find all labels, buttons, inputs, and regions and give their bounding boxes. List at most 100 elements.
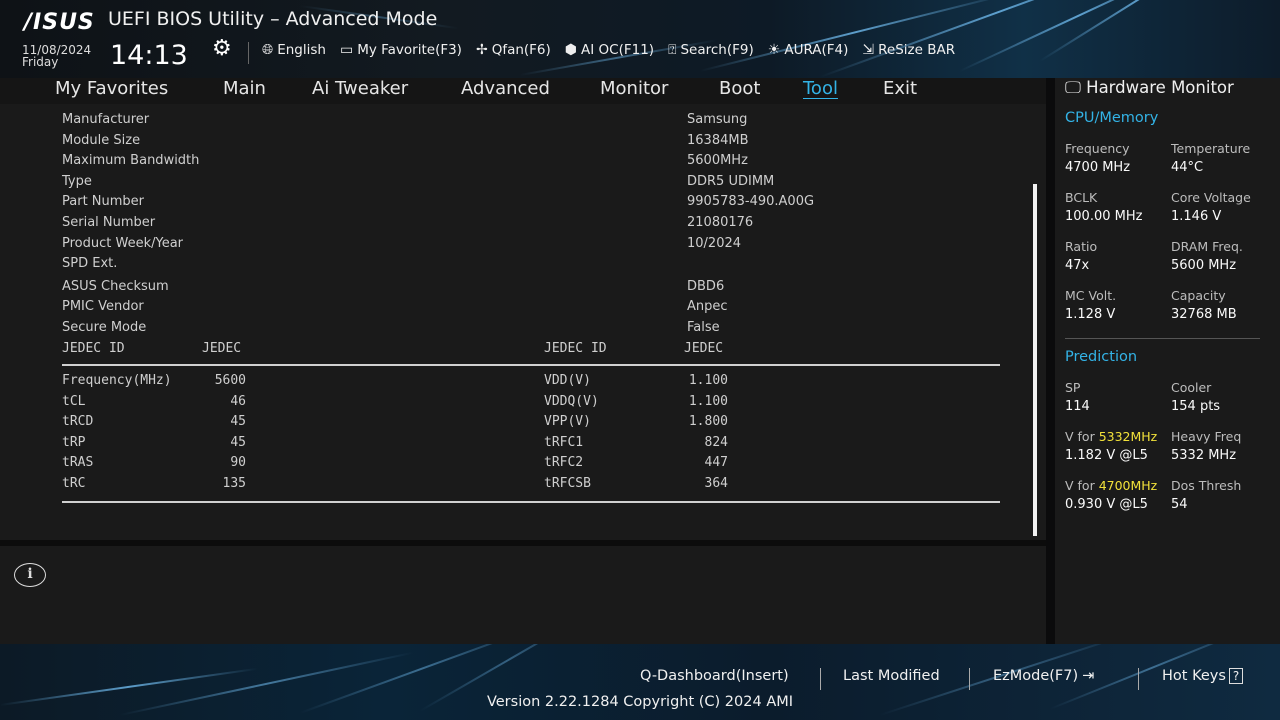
gear-icon[interactable]: ⚙ [212, 36, 232, 61]
tab-main[interactable]: Main [223, 78, 266, 99]
my-favorite-button[interactable]: ▭ My Favorite(F3) [340, 42, 462, 58]
table-row: tCL 46 VDDQ(V) 1.100 [62, 393, 728, 409]
table-row: tRP 45 tRFC1 824 [62, 434, 728, 450]
table-row: Frequency(MHz) 5600 VDD(V) 1.100 [62, 373, 728, 388]
hardware-monitor-title: 🖵︎ Hardware Monitor [1065, 78, 1234, 97]
footer-divider [1138, 668, 1139, 690]
info-icon: i [14, 563, 46, 587]
table-row: tRAS 90 tRFC2 447 [62, 455, 728, 471]
table-divider [62, 501, 1000, 503]
help-panel: i [0, 546, 1046, 644]
app-title: UEFI BIOS Utility – Advanced Mode [108, 8, 438, 30]
help-key-icon: ? [1228, 668, 1244, 684]
prediction-heading: Prediction [1065, 349, 1138, 365]
footer-divider [820, 668, 821, 690]
capacity-label: Capacity [1171, 288, 1226, 303]
hardware-monitor-panel: 🖵︎ Hardware Monitor CPU/Memory Frequency… [1055, 78, 1280, 644]
tab-exit[interactable]: Exit [883, 78, 917, 99]
cooler-label: Cooler [1171, 380, 1212, 395]
dram-freq-label: DRAM Freq. [1171, 239, 1243, 254]
list-item: SPD Ext. [62, 256, 118, 272]
list-item: Part Number 9905783-490.A00G [62, 194, 815, 210]
v-for-heavy-value: 1.182 V @L5 [1065, 448, 1148, 463]
list-item: Maximum Bandwidth 5600MHz [62, 153, 748, 169]
footer-divider [969, 668, 970, 690]
cooler-value: 154 pts [1171, 399, 1221, 414]
cpu-memory-heading: CPU/Memory [1065, 110, 1159, 126]
dos-thresh-value: 54 [1171, 497, 1188, 512]
capacity-value: 32768 MB [1171, 307, 1237, 322]
core-voltage-label: Core Voltage [1171, 190, 1251, 205]
v-for-dos-label: V for 4700MHz [1065, 478, 1158, 493]
bclk-value: 100.00 MHz [1065, 209, 1143, 224]
resize-bar-button[interactable]: ⇲ ReSize BAR [862, 42, 955, 58]
heavy-freq-label: Heavy Freq [1171, 429, 1242, 444]
dram-freq-value: 5600 MHz [1171, 258, 1237, 273]
qfan-button[interactable]: ✢ Qfan(F6) [476, 42, 551, 58]
bclk-label: BCLK [1065, 190, 1098, 205]
tab-tool[interactable]: Tool [803, 78, 838, 99]
list-item: ASUS Checksum DBD6 [62, 278, 725, 294]
jedec-table-header: JEDEC ID JEDEC JEDEC ID JEDEC [62, 341, 724, 356]
scrollbar[interactable] [1033, 184, 1037, 536]
resize-bar-icon: ⇲ [862, 42, 875, 58]
globe-icon: 🌐︎ [262, 42, 274, 58]
spd-info-list: Manufacturer Samsung Module Size 16384MB M… [62, 112, 962, 340]
tab-advanced[interactable]: Advanced [461, 78, 550, 99]
aura-button[interactable]: ☀︎ AURA(F4) [768, 42, 849, 58]
sp-value: 114 [1065, 399, 1090, 414]
search-icon: ⍰ [668, 42, 677, 58]
spd-info-panel: Manufacturer Samsung Module Size 16384MB M… [0, 104, 1046, 540]
v-for-dos-value: 0.930 V @L5 [1065, 497, 1148, 512]
toolbar: 🌐︎ English ▭ My Favorite(F3) ✢ Qfan(F6) … [262, 42, 955, 58]
monitor-icon: 🖵︎ [1065, 78, 1081, 97]
main-nav: My Favorites Main Ai Tweaker Advanced Mo… [0, 78, 1046, 104]
tab-monitor[interactable]: Monitor [600, 78, 668, 99]
favorite-icon: ▭ [339, 42, 354, 58]
asus-logo: /ISUS [24, 10, 95, 35]
core-voltage-value: 1.146 V [1171, 209, 1222, 224]
list-item: Secure Mode False [62, 319, 720, 335]
tab-ai-tweaker[interactable]: Ai Tweaker [312, 78, 408, 99]
list-item: Serial Number 21080176 [62, 214, 754, 230]
ratio-value: 47x [1065, 258, 1090, 273]
toolbar-divider [248, 42, 249, 64]
version-text: Version 2.22.1284 Copyright (C) 2024 AMI [486, 694, 794, 710]
section-divider [1065, 338, 1260, 339]
ai-oc-icon: ⬢ [564, 42, 578, 58]
tab-my-favorites[interactable]: My Favorites [55, 78, 168, 99]
temperature-label: Temperature [1171, 141, 1251, 156]
search-button[interactable]: ⍰ Search(F9) [668, 42, 754, 58]
ratio-label: Ratio [1065, 239, 1098, 254]
list-item: Product Week/Year 10/2024 [62, 235, 742, 251]
clock[interactable]: 14:13 [110, 40, 188, 71]
v-for-heavy-label: V for 5332MHz [1065, 429, 1158, 444]
ai-oc-button[interactable]: ⬢ AI OC(F11) [565, 42, 654, 58]
language-button[interactable]: 🌐︎ English [262, 42, 326, 58]
frequency-value: 4700 MHz [1065, 160, 1131, 175]
tab-boot[interactable]: Boot [719, 78, 760, 99]
ezmode-button[interactable]: EzMode(F7) ⇥ [993, 668, 1094, 684]
mc-volt-label: MC Volt. [1065, 288, 1117, 303]
fan-icon: ✢ [475, 42, 488, 58]
list-item: Module Size 16384MB [62, 132, 749, 148]
date-display: 11/08/2024 Friday [22, 43, 92, 69]
mc-volt-value: 1.128 V [1065, 307, 1116, 322]
sp-label: SP [1065, 380, 1081, 395]
list-item: Type DDR5 UDIMM [62, 173, 775, 189]
table-row: tRCD 45 VPP(V) 1.800 [62, 414, 728, 430]
table-divider [62, 364, 1000, 366]
list-item: Manufacturer Samsung [62, 112, 748, 127]
jedec-timing-table: Frequency(MHz) 5600 VDD(V) 1.100 tCL 46 VDD… [62, 373, 1002, 497]
frequency-label: Frequency [1065, 141, 1130, 156]
temperature-value: 44°C [1171, 160, 1204, 175]
q-dashboard-button[interactable]: Q-Dashboard(Insert) [640, 668, 789, 684]
table-row: tRC 135 tRFCSB 364 [62, 475, 728, 491]
dos-thresh-label: Dos Thresh [1171, 478, 1242, 493]
exit-arrow-icon: ⇥ [1082, 668, 1095, 684]
aura-icon: ☀︎ [767, 42, 781, 58]
last-modified-button[interactable]: Last Modified [843, 668, 940, 684]
list-item: PMIC Vendor Anpec [62, 299, 728, 315]
hot-keys-button[interactable]: Hot Keys? [1162, 668, 1244, 684]
heavy-freq-value: 5332 MHz [1171, 448, 1237, 463]
